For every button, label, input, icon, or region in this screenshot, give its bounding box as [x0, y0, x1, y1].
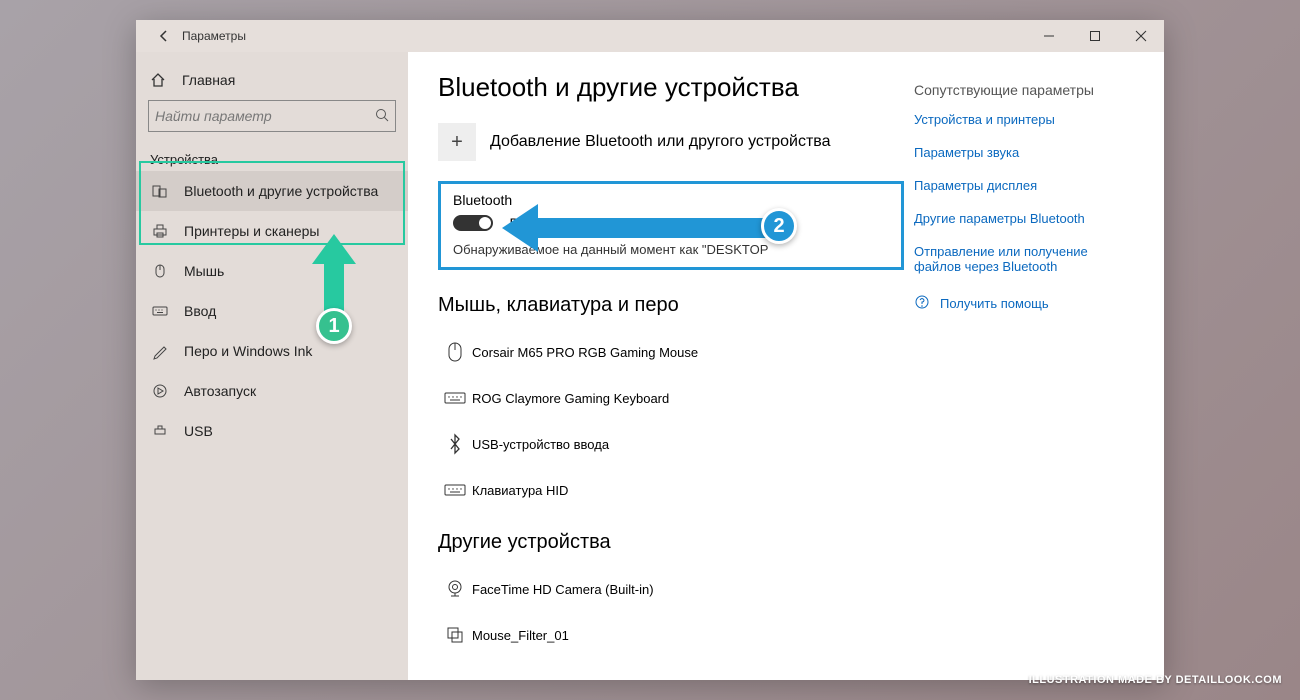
- sidebar-item-usb[interactable]: USB: [136, 411, 408, 451]
- section-heading-mkp: Мышь, клавиатура и перо: [438, 294, 904, 317]
- mouse-icon: [150, 263, 170, 279]
- printer-icon: [150, 223, 170, 239]
- keyboard-icon: [150, 303, 170, 319]
- device-row[interactable]: Клавиатура HID: [438, 467, 904, 513]
- related-link[interactable]: Отправление или получение файлов через B…: [914, 244, 1134, 274]
- related-heading: Сопутствующие параметры: [914, 82, 1134, 98]
- sidebar-item-label: Перо и Windows Ink: [184, 343, 312, 359]
- window-title: Параметры: [182, 29, 246, 43]
- bluetooth-devices-icon: [150, 183, 170, 199]
- sidebar-item-label: USB: [184, 423, 213, 439]
- home-label: Главная: [182, 72, 235, 88]
- titlebar: Параметры: [136, 20, 1164, 52]
- discoverable-text: Обнаруживаемое на данный момент как "DES…: [453, 242, 889, 257]
- home-icon: [148, 72, 168, 88]
- pen-icon: [150, 343, 170, 359]
- device-label: FaceTime HD Camera (Built-in): [472, 582, 654, 597]
- bluetooth-label: Bluetooth: [453, 192, 889, 208]
- add-device-row[interactable]: + Добавление Bluetooth или другого устро…: [438, 123, 904, 161]
- main-panel: Bluetooth и другие устройства + Добавлен…: [408, 52, 1164, 680]
- sidebar-item-label: Мышь: [184, 263, 224, 279]
- plus-icon[interactable]: +: [438, 123, 476, 161]
- device-row[interactable]: Corsair M65 PRO RGB Gaming Mouse: [438, 329, 904, 375]
- search-box[interactable]: [148, 100, 396, 132]
- home-nav[interactable]: Главная: [136, 60, 408, 100]
- sidebar-item-label: Автозапуск: [184, 383, 256, 399]
- device-label: ROG Claymore Gaming Keyboard: [472, 391, 669, 406]
- sidebar-item-bluetooth[interactable]: Bluetooth и другие устройства: [136, 171, 408, 211]
- sidebar-item-typing[interactable]: Ввод: [136, 291, 408, 331]
- usb-icon: [150, 423, 170, 439]
- search-input[interactable]: [155, 108, 375, 124]
- sidebar-item-printers[interactable]: Принтеры и сканеры: [136, 211, 408, 251]
- maximize-button[interactable]: [1072, 20, 1118, 52]
- bluetooth-icon: [438, 434, 472, 454]
- related-panel: Сопутствующие параметры Устройства и при…: [904, 72, 1134, 660]
- device-row[interactable]: FaceTime HD Camera (Built-in): [438, 566, 904, 612]
- bluetooth-toggle[interactable]: [453, 215, 493, 231]
- back-button[interactable]: [146, 29, 182, 43]
- close-button[interactable]: [1118, 20, 1164, 52]
- device-label: USB-устройство ввода: [472, 437, 609, 452]
- related-link[interactable]: Другие параметры Bluetooth: [914, 211, 1134, 226]
- device-label: Mouse_Filter_01: [472, 628, 569, 643]
- page-heading: Bluetooth и другие устройства: [438, 72, 904, 103]
- sidebar-item-mouse[interactable]: Мышь: [136, 251, 408, 291]
- help-label: Получить помощь: [940, 296, 1049, 311]
- related-link[interactable]: Параметры звука: [914, 145, 1134, 160]
- minimize-button[interactable]: [1026, 20, 1072, 52]
- add-device-label: Добавление Bluetooth или другого устройс…: [490, 133, 831, 151]
- device-row[interactable]: ROG Claymore Gaming Keyboard: [438, 375, 904, 421]
- autoplay-icon: [150, 383, 170, 399]
- related-link[interactable]: Устройства и принтеры: [914, 112, 1134, 127]
- related-link[interactable]: Параметры дисплея: [914, 178, 1134, 193]
- annotation-step-1: 1: [316, 308, 352, 344]
- section-heading-other: Другие устройства: [438, 531, 904, 554]
- annotation-step-2: 2: [761, 208, 797, 244]
- category-heading: Устройства: [136, 140, 408, 171]
- device-label: Клавиатура HID: [472, 483, 568, 498]
- sidebar: Главная Устройства Bluetooth и другие ус…: [136, 52, 408, 680]
- sidebar-item-pen[interactable]: Перо и Windows Ink: [136, 331, 408, 371]
- search-icon: [375, 108, 389, 125]
- mouse-icon: [438, 341, 472, 363]
- help-icon: [914, 294, 930, 313]
- generic-device-icon: [438, 625, 472, 645]
- device-row[interactable]: USB-устройство ввода: [438, 421, 904, 467]
- device-row[interactable]: Mouse_Filter_01: [438, 612, 904, 658]
- sidebar-item-autoplay[interactable]: Автозапуск: [136, 371, 408, 411]
- sidebar-item-label: Bluetooth и другие устройства: [184, 183, 378, 199]
- keyboard-icon: [438, 390, 472, 406]
- sidebar-item-label: Ввод: [184, 303, 216, 319]
- get-help-link[interactable]: Получить помощь: [914, 294, 1134, 313]
- settings-window: Параметры Главная Устройства Bluetooth и: [136, 20, 1164, 680]
- sidebar-item-label: Принтеры и сканеры: [184, 223, 319, 239]
- keyboard-icon: [438, 482, 472, 498]
- bluetooth-highlight-block: Bluetooth Вкл. Обнаруживаемое на данный …: [438, 181, 904, 270]
- bluetooth-toggle-state: Вкл.: [509, 215, 537, 231]
- watermark: ILLUSTRATION MADE BY DETAILLOOK.COM: [1029, 674, 1282, 686]
- camera-icon: [438, 579, 472, 599]
- device-label: Corsair M65 PRO RGB Gaming Mouse: [472, 345, 698, 360]
